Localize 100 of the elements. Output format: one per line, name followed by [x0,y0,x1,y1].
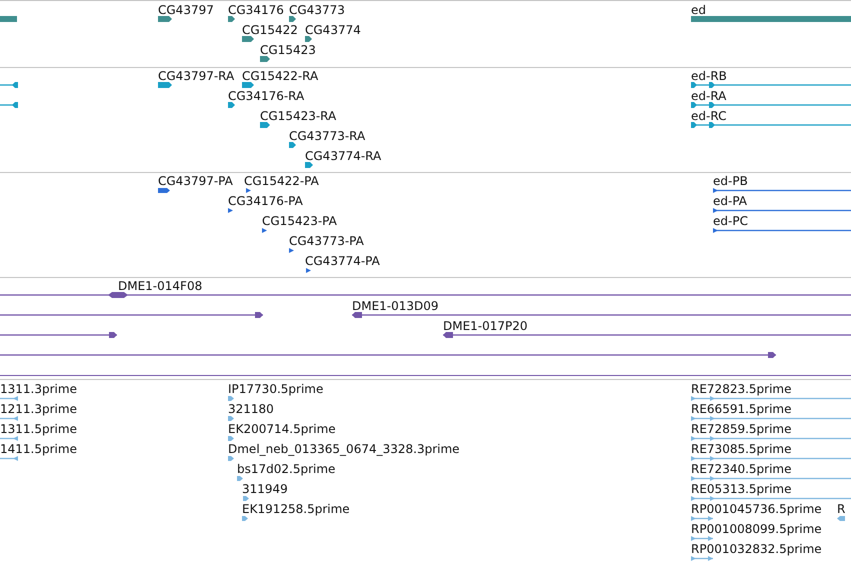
feature-label: CG43797-PA [158,174,233,188]
est-feature-glyph[interactable] [242,516,248,520]
feature-label: R [837,502,846,516]
feature-label: CG15422-PA [244,174,319,188]
feature-label: ed-PC [713,214,748,228]
clone-feature-glyph[interactable] [352,312,851,318]
est-feature-glyph[interactable] [0,456,18,460]
feature-label: CG43773-PA [289,234,364,248]
est-feature-glyph[interactable] [237,476,243,480]
feature-label: CG43774 [305,23,361,37]
feature-label: CG43797-RA [158,69,234,83]
feature-label: bs17d02.5prime [237,462,336,476]
est-feature-glyph[interactable] [691,536,713,540]
est-feature-glyph[interactable] [691,396,851,400]
feature-label: EK200714.5prime [228,422,336,436]
feature-label: RE72823.5prime [691,382,792,396]
protein-feature-glyph[interactable] [289,248,294,252]
feature-label: CG43773 [289,3,345,17]
transcript-feature-glyph[interactable] [305,162,313,168]
protein-feature-glyph[interactable] [246,188,251,192]
transcript-feature-glyph[interactable] [0,102,18,108]
clone-feature-glyph[interactable] [0,312,263,318]
feature-label: RE05313.5prime [691,482,792,496]
feature-label: EK191258.5prime [242,502,350,516]
protein-feature-glyph[interactable] [713,188,851,192]
feature-label: RP001032832.5prime [691,542,822,556]
est-feature-glyph[interactable] [837,516,845,520]
feature-label: DME1-017P20 [443,319,528,333]
feature-label: RE66591.5prime [691,402,792,416]
protein-feature-glyph[interactable] [158,188,170,192]
feature-label: RP001045736.5prime [691,502,822,516]
feature-label: CG43773-RA [289,129,366,143]
est-feature-glyph[interactable] [691,416,851,420]
feature-label: CG34176-PA [228,194,303,208]
est-feature-glyph[interactable] [691,476,851,480]
est-feature-glyph[interactable] [228,436,234,440]
feature-label: 1311.5prime [0,422,77,436]
feature-label: RP001008099.5prime [691,522,822,536]
feature-label: CG43774-RA [305,149,382,163]
feature-label: CG43774-PA [305,254,380,268]
protein-feature-glyph[interactable] [228,208,233,212]
gene-feature-glyph[interactable] [158,16,172,22]
feature-label: RE72340.5prime [691,462,792,476]
feature-label: CG15423 [260,43,316,57]
transcript-feature-glyph[interactable] [242,82,254,88]
est-feature-glyph[interactable] [691,436,851,440]
transcript-feature-glyph[interactable] [158,82,172,88]
est-feature-glyph[interactable] [243,496,249,500]
feature-label: RE73085.5prime [691,442,792,456]
feature-label: CG34176-RA [228,89,304,103]
feature-label: Dmel_neb_013365_0674_3328.3prime [228,442,460,456]
transcript-feature-glyph[interactable] [691,82,851,88]
est-feature-glyph[interactable] [691,556,713,560]
feature-label: CG15423-RA [260,109,336,123]
protein-feature-glyph[interactable] [306,268,311,272]
transcript-feature-glyph[interactable] [691,122,851,128]
gene-feature-glyph[interactable] [305,36,312,42]
est-feature-glyph[interactable] [691,516,713,520]
feature-label: 321180 [228,402,274,416]
feature-label: 311949 [242,482,288,496]
clone-feature-glyph[interactable] [0,352,776,358]
feature-label: CG34176 [228,3,284,17]
feature-label: ed-PB [713,174,748,188]
gene-feature-glyph[interactable] [289,16,296,22]
est-feature-glyph[interactable] [691,456,851,460]
feature-label: ed-RA [691,89,726,103]
protein-feature-glyph[interactable] [713,208,851,212]
est-feature-glyph[interactable] [228,396,234,400]
feature-label: ed-PA [713,194,748,208]
est-feature-glyph[interactable] [691,496,851,500]
transcript-feature-glyph[interactable] [260,122,270,128]
feature-label: RE72859.5prime [691,422,792,436]
gene-feature-glyph[interactable] [228,16,235,22]
protein-feature-glyph[interactable] [713,228,851,232]
transcript-feature-glyph[interactable] [691,102,851,108]
feature-label: 1411.5prime [0,442,77,456]
clone-feature-glyph[interactable] [443,332,851,338]
transcript-feature-glyph[interactable] [228,102,235,108]
gene-feature-glyph[interactable] [242,36,254,42]
transcript-feature-glyph[interactable] [289,142,296,148]
protein-feature-glyph[interactable] [262,228,267,232]
est-feature-glyph[interactable] [0,436,18,440]
feature-label: 1311.3prime [0,382,77,396]
est-feature-glyph[interactable] [0,396,18,400]
gene-feature-glyph[interactable] [260,56,270,62]
est-feature-glyph[interactable] [228,456,234,460]
est-feature-glyph[interactable] [228,416,234,420]
feature-label: CG15422 [242,23,298,37]
feature-label: CG15422-RA [242,69,318,83]
feature-label: DME1-014F08 [118,279,202,293]
clone-feature-glyph[interactable] [0,292,851,298]
transcript-feature-glyph[interactable] [0,82,18,88]
feature-label: IP17730.5prime [228,382,324,396]
feature-label: ed-RB [691,69,727,83]
feature-label: CG43797 [158,3,214,17]
clone-feature-glyph[interactable] [0,332,117,338]
feature-label: ed-RC [691,109,726,123]
feature-label: DME1-013D09 [352,299,439,313]
feature-label: 1211.3prime [0,402,77,416]
est-feature-glyph[interactable] [0,416,18,420]
